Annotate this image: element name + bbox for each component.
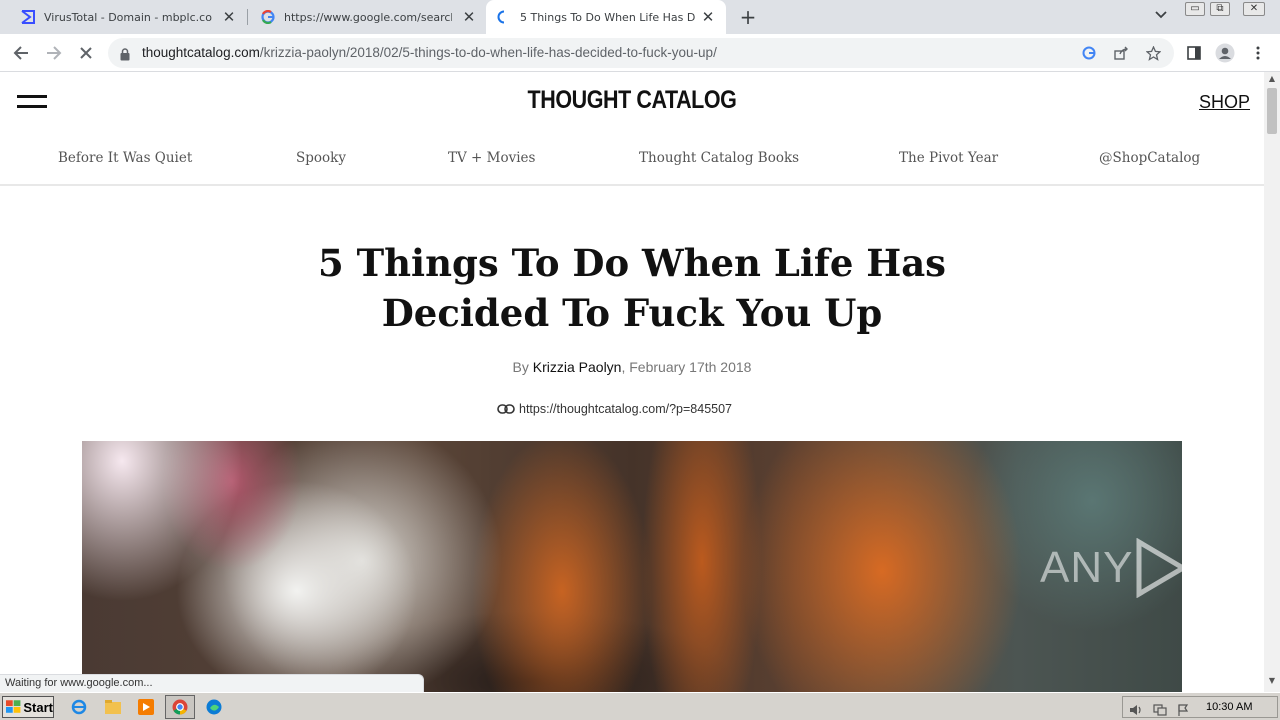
page-scrollbar[interactable]: ▲ ▼ (1264, 72, 1280, 692)
windows-taskbar: Start 10:30 AM (0, 692, 1280, 720)
close-icon[interactable]: ✕ (221, 9, 237, 25)
author-link[interactable]: Krizzia Paolyn (533, 359, 622, 375)
windows-logo-icon (6, 700, 21, 713)
back-icon[interactable] (10, 42, 32, 64)
tab-thought-catalog[interactable]: 5 Things To Do When Life Has Decided ✕ (486, 0, 726, 34)
article-title: 5 Things To Do When Life Has Decided To F… (317, 241, 947, 335)
kebab-menu-icon[interactable] (1248, 43, 1268, 63)
close-window-button[interactable]: ✕ (1243, 2, 1265, 16)
nav-link[interactable]: TV + Movies (448, 150, 535, 166)
nav-link[interactable]: Before It Was Quiet (58, 150, 192, 166)
tab-search-icon[interactable] (1152, 9, 1170, 27)
volume-icon[interactable] (1129, 701, 1143, 720)
web-page: THOUGHT CATALOG SHOP Before It Was Quiet… (0, 72, 1264, 692)
side-panel-icon[interactable] (1184, 43, 1204, 63)
share-icon[interactable] (1112, 44, 1130, 62)
system-tray (1122, 696, 1278, 718)
file-explorer-icon[interactable] (104, 698, 122, 716)
link-icon (497, 404, 515, 414)
lock-icon[interactable] (120, 46, 130, 65)
browser-toolbar: thoughtcatalog.com/krizzia-paolyn/2018/0… (0, 34, 1280, 72)
permalink[interactable]: https://thoughtcatalog.com/?p=845507 (497, 402, 732, 416)
article-hero-image (82, 441, 1182, 692)
address-bar[interactable]: thoughtcatalog.com/krizzia-paolyn/2018/0… (108, 38, 1174, 68)
minimize-button[interactable]: ▭ (1185, 2, 1205, 16)
bookmark-star-icon[interactable] (1144, 44, 1162, 62)
restore-button[interactable]: ⧉ (1210, 2, 1230, 16)
article-date: , February 17th 2018 (621, 359, 752, 375)
close-icon[interactable]: ✕ (461, 9, 477, 25)
loading-icon (496, 9, 512, 25)
edge-icon[interactable] (205, 698, 223, 716)
forward-icon[interactable] (43, 42, 65, 64)
profile-avatar-icon[interactable] (1215, 43, 1235, 63)
internet-explorer-icon[interactable] (70, 698, 88, 716)
nav-link[interactable]: The Pivot Year (899, 150, 998, 166)
action-center-flag-icon[interactable] (1177, 701, 1189, 720)
url-text[interactable]: thoughtcatalog.com/krizzia-paolyn/2018/0… (142, 45, 717, 60)
article-byline: By Krizzia Paolyn, February 17th 2018 (512, 359, 752, 375)
close-icon[interactable]: ✕ (700, 9, 716, 25)
tab-title: https://www.google.com/search?q= (284, 10, 452, 24)
stop-loading-icon[interactable] (75, 42, 97, 64)
tab-virustotal[interactable]: VirusTotal - Domain - mbplc.com ✕ (0, 0, 247, 34)
anyrun-watermark: ANY RUN (1040, 538, 1280, 598)
tab-google[interactable]: https://www.google.com/search?q= ✕ (240, 0, 487, 34)
shop-link[interactable]: SHOP (1199, 92, 1250, 113)
google-icon (260, 9, 276, 25)
media-player-icon[interactable] (137, 698, 155, 716)
status-bubble: Waiting for www.google.com... (0, 674, 424, 692)
site-logo[interactable]: THOUGHT CATALOG (88, 86, 1175, 115)
network-icon[interactable] (1153, 701, 1167, 720)
nav-link[interactable]: Thought Catalog Books (639, 150, 799, 166)
nav-link[interactable]: Spooky (296, 150, 346, 166)
scrollbar-thumb[interactable] (1267, 88, 1277, 134)
new-tab-button[interactable]: + (737, 6, 759, 28)
tab-title: VirusTotal - Domain - mbplc.com (44, 10, 212, 24)
virustotal-icon (20, 9, 36, 25)
category-nav: Before It Was Quiet Spooky TV + Movies T… (0, 148, 1264, 186)
google-lens-icon[interactable] (1080, 44, 1098, 62)
hamburger-menu-icon[interactable] (17, 95, 47, 109)
nav-link[interactable]: @ShopCatalog (1099, 150, 1200, 166)
tab-strip: VirusTotal - Domain - mbplc.com ✕ https:… (0, 0, 1280, 34)
chrome-icon[interactable] (171, 698, 189, 716)
taskbar-clock[interactable]: 10:30 AM (1206, 701, 1252, 713)
start-button[interactable]: Start (2, 696, 54, 718)
play-icon (1136, 538, 1189, 598)
tab-title: 5 Things To Do When Life Has Decided (520, 10, 696, 24)
